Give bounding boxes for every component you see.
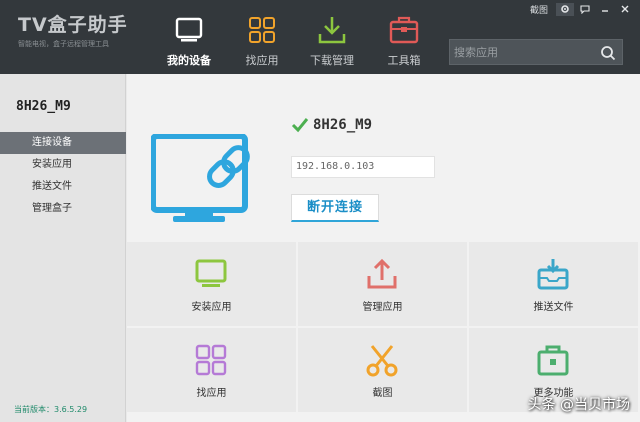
tile-label: 管理应用	[362, 302, 403, 313]
tile-label: 截图	[372, 388, 393, 399]
tile-label: 找应用	[196, 388, 227, 399]
search-input[interactable]	[454, 43, 594, 61]
connected-device-name: 8H26_M9	[313, 117, 373, 133]
sidebar-item-push-files[interactable]: 推送文件	[0, 176, 126, 198]
tile-label: 安装应用	[191, 302, 232, 313]
grid-icon	[249, 17, 275, 43]
version-label: 当前版本：3.6.5.29	[14, 405, 88, 414]
nav-downloads[interactable]: 下载管理	[292, 0, 372, 74]
tv-icon	[195, 259, 227, 287]
scissors-icon	[366, 345, 398, 377]
tile-manage-apps[interactable]: 管理应用	[298, 242, 467, 326]
minimize-icon	[602, 10, 608, 12]
device-link-icon	[151, 134, 250, 222]
nav-toolbox[interactable]: 工具箱	[364, 0, 444, 74]
monitor-icon	[175, 17, 203, 42]
sidebar-device-name: 8H26_M9	[16, 99, 71, 114]
tile-label: 推送文件	[533, 302, 574, 313]
nav-label: 找应用	[245, 54, 279, 67]
screenshot-link[interactable]: 截图	[530, 3, 548, 16]
top-bar: TV盒子助手 智能电视，盒子远程管理工具 我的设备 找应用 下载管理 工具箱 截…	[0, 0, 640, 74]
app-subtitle: 智能电视，盒子远程管理工具	[18, 40, 109, 48]
minimize-button[interactable]	[596, 3, 614, 16]
nav-label: 工具箱	[387, 54, 421, 67]
grid-icon	[195, 344, 227, 376]
watermark-text: 头条 @当贝市场	[527, 397, 630, 413]
nav-find-apps[interactable]: 找应用	[222, 0, 302, 74]
nav-my-device[interactable]: 我的设备	[149, 0, 229, 74]
search-icon[interactable]	[600, 45, 616, 61]
feedback-button[interactable]	[576, 3, 594, 16]
sidebar-menu: 连接设备 安装应用 推送文件 管理盒子	[0, 132, 126, 220]
chat-icon	[580, 5, 590, 14]
search-box	[449, 39, 623, 65]
sidebar-item-manage-box[interactable]: 管理盒子	[0, 198, 126, 220]
gear-icon	[561, 5, 569, 13]
disconnect-button[interactable]: 断开连接	[291, 194, 379, 222]
sidebar-item-install-apps[interactable]: 安装应用	[0, 154, 126, 176]
sidebar-item-connect-device[interactable]: 连接设备	[0, 132, 126, 154]
close-button[interactable]	[616, 3, 634, 16]
nav-label: 下载管理	[310, 54, 354, 67]
settings-button[interactable]	[556, 2, 574, 16]
app-logo: TV盒子助手 智能电视，盒子远程管理工具	[18, 14, 148, 49]
tile-push-files[interactable]: 推送文件	[469, 242, 638, 326]
toolbox-icon	[537, 345, 569, 376]
main-panel: 8H26_M9 192.168.0.103 断开连接 安装应用 管理应用 推送文…	[127, 74, 640, 422]
tile-screenshot[interactable]: 截图	[298, 328, 467, 412]
upload-icon	[367, 258, 397, 289]
window-controls: 截图	[530, 2, 634, 16]
toolbox-icon	[389, 16, 419, 44]
sidebar: 8H26_M9 连接设备 安装应用 推送文件 管理盒子 当前版本：3.6.5.2…	[0, 74, 126, 422]
ip-address-field: 192.168.0.103	[291, 156, 435, 178]
connection-status: 8H26_M9	[291, 116, 372, 134]
tile-install-apps[interactable]: 安装应用	[127, 242, 296, 326]
nav-label: 我的设备	[167, 54, 211, 67]
tile-find-apps[interactable]: 找应用	[127, 328, 296, 412]
close-icon	[621, 5, 629, 13]
check-icon	[291, 118, 309, 133]
inbox-icon	[537, 259, 569, 290]
download-icon	[318, 17, 346, 44]
app-title: TV盒子助手	[18, 14, 128, 36]
